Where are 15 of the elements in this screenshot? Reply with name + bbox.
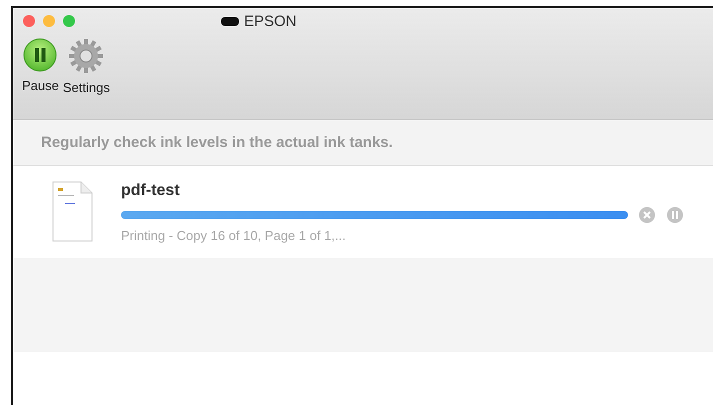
- printer-icon: [221, 15, 239, 27]
- settings-button[interactable]: Settings: [62, 38, 110, 95]
- window-title: EPSON: [244, 12, 297, 30]
- notice-text: Regularly check ink levels in the actual ink tanks.: [13, 120, 713, 166]
- job-name: pdf-test: [121, 182, 181, 200]
- cancel-icon[interactable]: [638, 206, 656, 224]
- close-button[interactable]: [23, 15, 35, 27]
- job-status: Printing - Copy 16 of 10, Page 1 of 1,...: [121, 228, 347, 242]
- settings-icon: [68, 38, 104, 74]
- pause-icon[interactable]: [666, 206, 684, 224]
- document-icon: [51, 181, 93, 243]
- minimize-button[interactable]: [43, 15, 55, 27]
- pause-button[interactable]: Pause: [22, 38, 59, 95]
- zoom-button[interactable]: [63, 15, 75, 27]
- pause-icon: [23, 38, 58, 72]
